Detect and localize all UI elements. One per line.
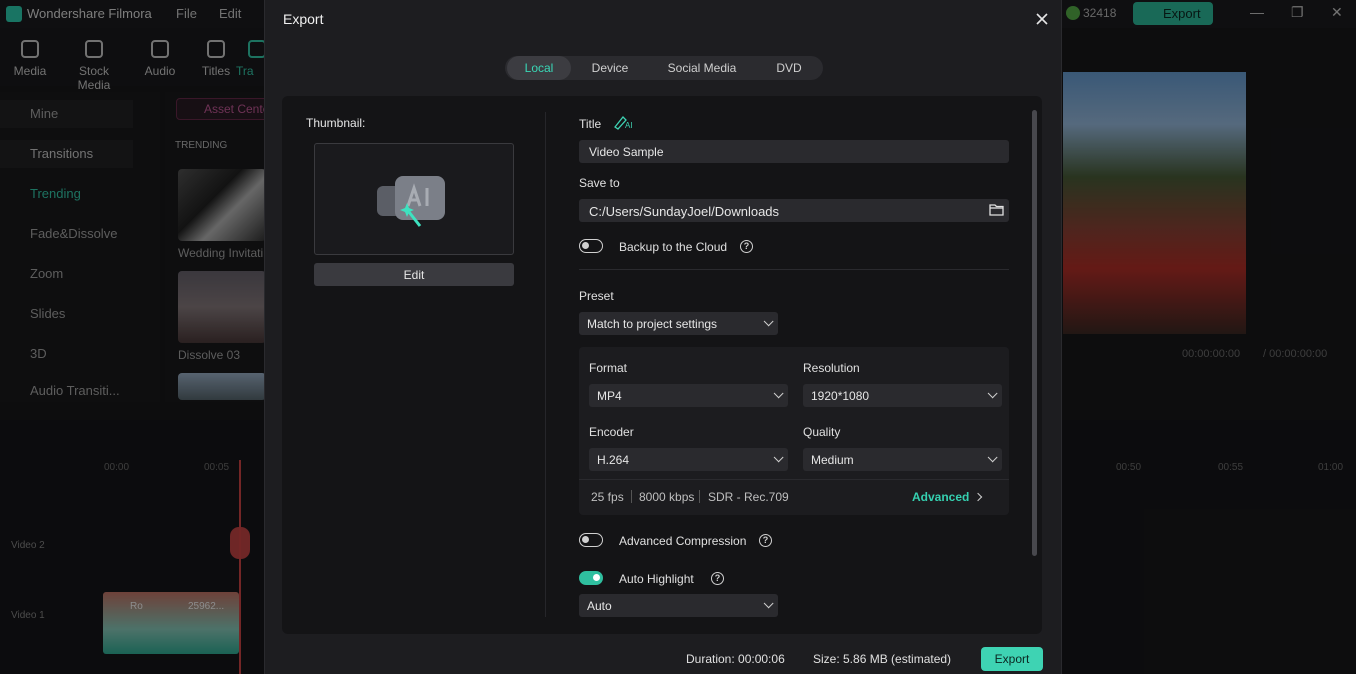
- backup-cloud-toggle[interactable]: [579, 239, 603, 253]
- ai-title-icon-text: AI: [625, 121, 633, 130]
- format-select[interactable]: MP4: [589, 384, 788, 407]
- resolution-select[interactable]: 1920*1080: [803, 384, 1002, 407]
- divider: [631, 490, 632, 503]
- folder-icon[interactable]: [989, 203, 1004, 216]
- ai-thumbnail-icon: [377, 176, 445, 227]
- advanced-link[interactable]: Advanced: [912, 490, 969, 504]
- tab-dvd[interactable]: DVD: [759, 56, 819, 80]
- format-select-value: MP4: [597, 389, 622, 403]
- divider: [545, 112, 546, 617]
- preset-select-value: Match to project settings: [587, 317, 718, 331]
- tab-local[interactable]: Local: [507, 56, 571, 80]
- duration-text: Duration: 00:00:06: [686, 652, 785, 666]
- auto-highlight-select-value: Auto: [587, 599, 612, 613]
- toggle-knob: [582, 536, 589, 543]
- divider: [579, 269, 1009, 270]
- divider: [699, 490, 700, 503]
- resolution-label: Resolution: [803, 361, 860, 375]
- thumbnail-preview[interactable]: [314, 143, 514, 255]
- close-icon[interactable]: [1033, 10, 1051, 28]
- export-settings-card: Thumbnail: Edit Title AI Video Sample Sa…: [282, 96, 1042, 634]
- tab-social-media[interactable]: Social Media: [651, 56, 753, 80]
- auto-highlight-toggle[interactable]: [579, 571, 603, 585]
- quality-select-value: Medium: [811, 453, 854, 467]
- export-dialog: Export Local Device Social Media DVD Thu…: [264, 0, 1062, 674]
- encoder-select[interactable]: H.264: [589, 448, 788, 471]
- resolution-select-value: 1920*1080: [811, 389, 870, 403]
- encoder-select-value: H.264: [597, 453, 630, 467]
- scrollbar[interactable]: [1032, 110, 1037, 556]
- edit-thumbnail-button[interactable]: Edit: [314, 263, 514, 286]
- quality-select[interactable]: Medium: [803, 448, 1002, 471]
- help-icon[interactable]: ?: [740, 240, 753, 253]
- backup-cloud-label: Backup to the Cloud: [619, 240, 728, 254]
- tab-device[interactable]: Device: [577, 56, 643, 80]
- preset-label: Preset: [579, 289, 614, 303]
- advanced-compression-toggle[interactable]: [579, 533, 603, 547]
- chevron-down-icon: [987, 452, 998, 463]
- ai-title-icon[interactable]: AI: [613, 114, 635, 130]
- title-input[interactable]: Video Sample: [579, 140, 1009, 163]
- chevron-down-icon: [763, 598, 774, 609]
- encoder-label: Encoder: [589, 425, 634, 439]
- size-text: Size: 5.86 MB (estimated): [813, 652, 952, 666]
- export-tabs: Local Device Social Media DVD: [505, 56, 823, 80]
- save-path-input[interactable]: C:/Users/SundayJoel/Downloads: [579, 199, 1009, 222]
- chevron-down-icon: [773, 452, 784, 463]
- color-space-value: SDR - Rec.709: [708, 490, 789, 504]
- format-settings-box: Format MP4 Resolution 1920*1080 Encoder …: [579, 347, 1009, 515]
- chevron-right-icon: [973, 492, 983, 502]
- auto-highlight-select[interactable]: Auto: [579, 594, 778, 617]
- help-icon[interactable]: ?: [759, 534, 772, 547]
- auto-highlight-label: Auto Highlight: [619, 572, 694, 586]
- toggle-knob: [593, 574, 600, 581]
- chevron-down-icon: [763, 316, 774, 327]
- title-label: Title: [579, 117, 602, 131]
- help-icon[interactable]: ?: [711, 572, 724, 585]
- divider: [579, 479, 1009, 480]
- quality-label: Quality: [803, 425, 841, 439]
- dialog-title: Export: [283, 11, 324, 27]
- thumbnail-label: Thumbnail:: [306, 116, 366, 130]
- bitrate-value: 8000 kbps: [639, 490, 695, 504]
- advanced-compression-label: Advanced Compression: [619, 534, 747, 548]
- format-label: Format: [589, 361, 628, 375]
- toggle-knob: [582, 242, 589, 249]
- export-button[interactable]: Export: [981, 647, 1043, 671]
- save-to-label: Save to: [579, 176, 620, 190]
- chevron-down-icon: [773, 388, 784, 399]
- fps-value: 25 fps: [591, 490, 624, 504]
- preset-select[interactable]: Match to project settings: [579, 312, 778, 335]
- chevron-down-icon: [987, 388, 998, 399]
